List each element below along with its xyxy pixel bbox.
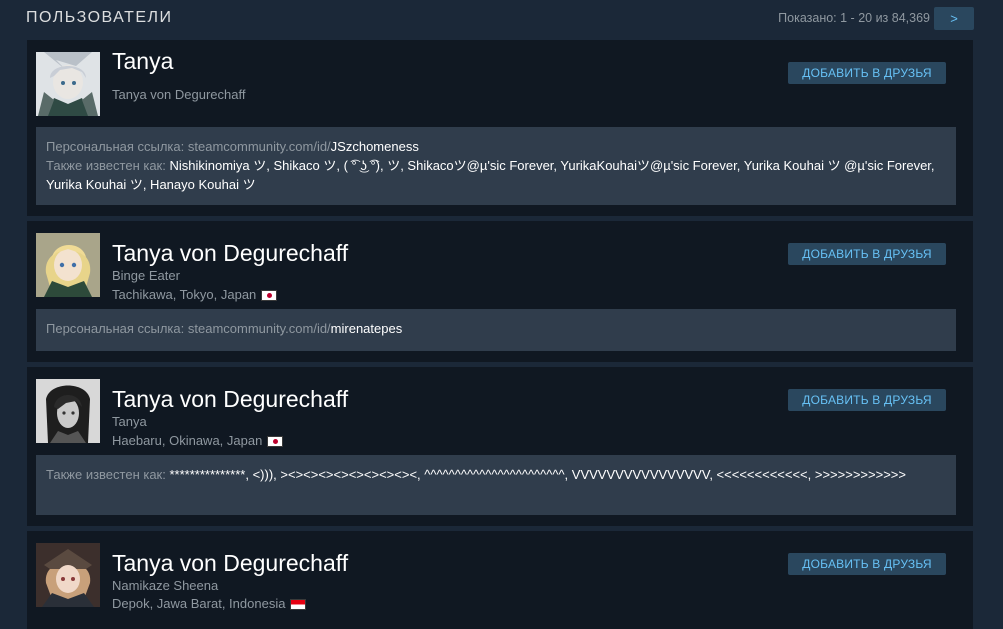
custom-url-id[interactable]: JSzchomeness (331, 139, 419, 154)
add-friend-button[interactable]: ДОБАВИТЬ В ДРУЗЬЯ (788, 553, 946, 575)
aliases-label: Также известен как: (46, 158, 170, 173)
user-card: Tanya von Degurechaff Namikaze Sheena De… (27, 531, 973, 629)
custom-url-line: Персональная ссылка: steamcommunity.com/… (46, 319, 946, 338)
jp-flag-icon (261, 290, 278, 301)
aliases-line: Также известен как: ***************, <))… (46, 465, 946, 484)
user-info-panel: Также известен как: ***************, <))… (36, 455, 956, 515)
user-name[interactable]: Tanya von Degurechaff (112, 550, 348, 577)
custom-url-label: Персональная ссылка: (46, 321, 188, 336)
custom-url-base: steamcommunity.com/id/ (187, 321, 331, 336)
id-flag-icon (290, 599, 307, 610)
user-real-name: Tanya von Degurechaff (112, 87, 246, 102)
user-real-name: Binge Eater (112, 268, 180, 283)
section-title: ПОЛЬЗОВАТЕЛИ (26, 9, 173, 26)
location-text: Haebaru, Okinawa, Japan (112, 433, 263, 448)
user-card: Tanya von Degurechaff Binge Eater Tachik… (27, 221, 973, 362)
aliases-value: ***************, <))), ><><><><><><><><>… (169, 467, 906, 482)
user-location: Depok, Jawa Barat, Indonesia (112, 596, 307, 611)
custom-url-base: steamcommunity.com/id/ (187, 139, 331, 154)
user-card: Tanya von Degurechaff Tanya Haebaru, Oki… (27, 367, 973, 526)
location-text: Tachikawa, Tokyo, Japan (112, 287, 257, 302)
user-location: Haebaru, Okinawa, Japan (112, 433, 284, 448)
add-friend-button[interactable]: ДОБАВИТЬ В ДРУЗЬЯ (788, 243, 946, 265)
user-real-name: Tanya (112, 414, 147, 429)
search-results-header: ПОЛЬЗОВАТЕЛИ Показано: 1 - 20 из 84,369 … (0, 0, 1003, 36)
results-count: Показано: 1 - 20 из 84,369 (778, 11, 930, 25)
avatar[interactable] (36, 52, 100, 116)
aliases-label: Также известен как: (46, 467, 170, 482)
user-name[interactable]: Tanya (112, 48, 173, 75)
user-location: Tachikawa, Tokyo, Japan (112, 287, 278, 302)
jp-flag-icon (267, 436, 284, 447)
add-friend-button[interactable]: ДОБАВИТЬ В ДРУЗЬЯ (788, 389, 946, 411)
user-real-name: Namikaze Sheena (112, 578, 219, 593)
user-info-panel: Персональная ссылка: steamcommunity.com/… (36, 127, 956, 205)
location-text: Depok, Jawa Barat, Indonesia (112, 596, 286, 611)
custom-url-label: Персональная ссылка: (46, 139, 188, 154)
aliases-value: Nishikinomiya ツ, Shikaco ツ, ( ͡° ͜ʖ ͡°),… (46, 158, 935, 192)
custom-url-line: Персональная ссылка: steamcommunity.com/… (46, 137, 946, 156)
user-info-panel: Персональная ссылка: steamcommunity.com/… (36, 309, 956, 351)
avatar[interactable] (36, 233, 100, 297)
avatar[interactable] (36, 379, 100, 443)
user-name[interactable]: Tanya von Degurechaff (112, 386, 348, 413)
avatar[interactable] (36, 543, 100, 607)
aliases-line: Также известен как: Nishikinomiya ツ, Shi… (46, 156, 946, 194)
user-card: Tanya Tanya von Degurechaff ДОБАВИТЬ В Д… (27, 40, 973, 216)
user-name[interactable]: Tanya von Degurechaff (112, 240, 348, 267)
add-friend-button[interactable]: ДОБАВИТЬ В ДРУЗЬЯ (788, 62, 946, 84)
next-page-button[interactable]: > (934, 7, 974, 30)
custom-url-id[interactable]: mirenatepes (331, 321, 403, 336)
